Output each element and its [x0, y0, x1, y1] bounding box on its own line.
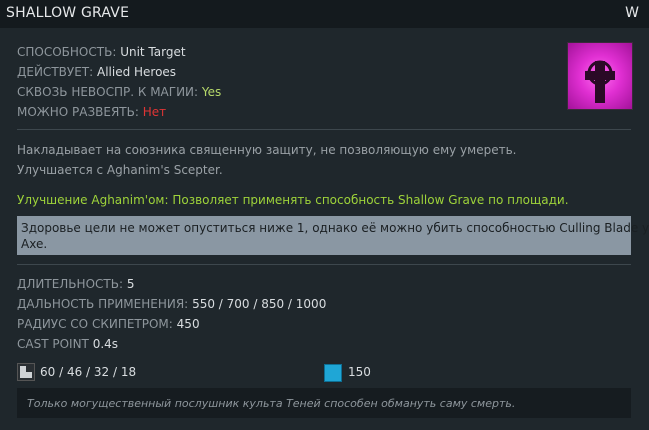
detail-value: 450: [176, 317, 200, 331]
hotkey-label: W: [625, 5, 639, 21]
detail-value: 550 / 700 / 850 / 1000: [192, 297, 327, 311]
divider: [17, 264, 631, 265]
stat-value: Unit Target: [120, 45, 186, 59]
scepter-note-line-1: Здоровье цели не может опуститься ниже 1…: [21, 221, 649, 235]
scepter-note-line-2: Axe.: [21, 237, 48, 251]
lore-text: Только могущественный послушник культа Т…: [27, 397, 516, 410]
mana-icon: [324, 364, 342, 382]
stat-value: Нет: [142, 105, 167, 119]
shallow-grave-cross-icon: [567, 42, 633, 110]
stat-value: Yes: [201, 85, 222, 99]
detail-duration: ДЛИТЕЛЬНОСТЬ: 5: [17, 277, 134, 291]
stat-affects: ДЕЙСТВУЕТ: Allied Heroes: [17, 65, 176, 79]
mana-cost-value: 150: [348, 365, 371, 379]
stat-label: ДЕЙСТВУЕТ:: [17, 65, 94, 79]
scepter-note-box: Здоровье цели не может опуститься ниже 1…: [17, 216, 649, 255]
stat-label: СКВОЗЬ НЕВОСПР. К МАГИИ:: [17, 85, 199, 99]
detail-value: 5: [126, 277, 135, 291]
divider: [17, 129, 631, 130]
description-line-1: Накладывает на союзника священную защиту…: [17, 143, 517, 157]
stat-label: СПОСОБНОСТЬ:: [17, 45, 117, 59]
detail-value: 0.4s: [92, 337, 119, 351]
detail-label: ДЛИТЕЛЬНОСТЬ:: [17, 277, 123, 291]
description-line-2: Улучшается с Aghanim's Scepter.: [17, 163, 223, 177]
lore-box: Только могущественный послушник культа Т…: [17, 388, 631, 418]
detail-label: ДАЛЬНОСТЬ ПРИМЕНЕНИЯ:: [17, 297, 189, 311]
detail-scepter-radius: РАДИУС СО СКИПЕТРОМ: 450: [17, 317, 200, 331]
cooldown-icon: [17, 363, 35, 381]
cooldown-value: 60 / 46 / 32 / 18: [40, 365, 137, 379]
tooltip-header: SHALLOW GRAVE W: [0, 0, 649, 28]
detail-cast-range: ДАЛЬНОСТЬ ПРИМЕНЕНИЯ: 550 / 700 / 850 / …: [17, 297, 326, 311]
scepter-upgrade-text: Улучшение Aghanim'ом: Позволяет применят…: [17, 193, 569, 207]
tooltip-body: СПОСОБНОСТЬ: Unit Target ДЕЙСТВУЕТ: Alli…: [0, 28, 649, 430]
stat-value: Allied Heroes: [96, 65, 177, 79]
detail-label: РАДИУС СО СКИПЕТРОМ:: [17, 317, 173, 331]
stat-pierces-immunity: СКВОЗЬ НЕВОСПР. К МАГИИ: Yes: [17, 85, 221, 99]
stat-label: МОЖНО РАЗВЕЯТЬ:: [17, 105, 139, 119]
detail-cast-point: CAST POINT 0.4s: [17, 337, 118, 351]
stat-ability-type: СПОСОБНОСТЬ: Unit Target: [17, 45, 186, 59]
detail-label: CAST POINT: [17, 337, 89, 351]
stat-dispellable: МОЖНО РАЗВЕЯТЬ: Нет: [17, 105, 166, 119]
ability-title: SHALLOW GRAVE: [6, 5, 130, 21]
